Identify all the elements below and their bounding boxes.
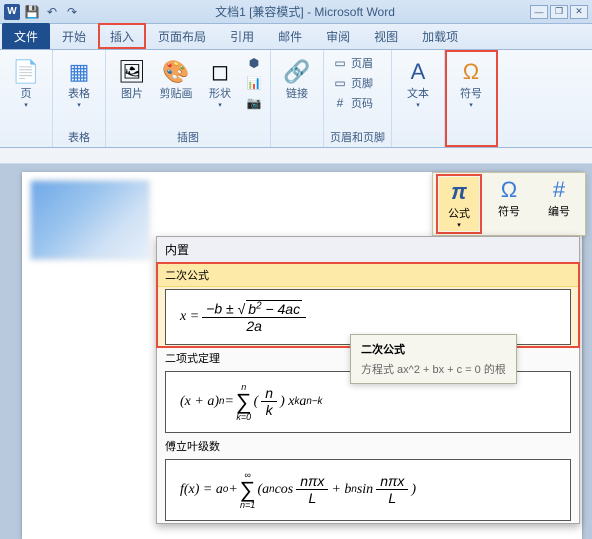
table-icon: ▦	[63, 56, 95, 88]
group-tables: ▦ 表格 ▾ 表格	[53, 50, 106, 147]
chart-icon: 📊	[246, 75, 262, 91]
header-icon: ▭	[332, 55, 348, 71]
tab-layout[interactable]: 页面布局	[146, 23, 218, 49]
title-bar: W 💾 ↶ ↷ 文档1 [兼容模式] - Microsoft Word — ❐ …	[0, 0, 592, 24]
omega-icon: Ω	[501, 177, 517, 203]
hyperlink-button[interactable]: 🔗 链接	[277, 54, 317, 103]
table-button[interactable]: ▦ 表格 ▾	[59, 54, 99, 111]
equation-gallery-header: 内置	[157, 237, 579, 263]
group-header-footer: ▭页眉 ▭页脚 #页码 页眉和页脚	[324, 50, 392, 147]
pagenum-button[interactable]: #页码	[330, 94, 375, 112]
chevron-down-icon: ▾	[416, 101, 420, 109]
smartart-button[interactable]: ⬢	[244, 54, 264, 72]
chevron-down-icon: ▾	[77, 101, 81, 109]
footer-icon: ▭	[332, 75, 348, 91]
textbox-button[interactable]: A 文本 ▾	[398, 54, 438, 111]
tab-insert[interactable]: 插入	[98, 23, 146, 49]
pi-icon: π	[451, 179, 467, 205]
shapes-button[interactable]: ◻ 形状 ▾	[200, 54, 240, 111]
chevron-down-icon: ▾	[469, 101, 473, 109]
window-title: 文档1 [兼容模式] - Microsoft Word	[80, 3, 530, 20]
group-links: 🔗 链接 .	[271, 50, 324, 147]
number-icon: #	[553, 177, 565, 203]
header-button[interactable]: ▭页眉	[330, 54, 375, 72]
smartart-icon: ⬢	[246, 55, 262, 71]
group-symbols: Ω 符号 ▾ .	[445, 50, 498, 147]
tooltip-title: 二次公式	[361, 341, 506, 357]
clipart-icon: 🎨	[160, 56, 192, 88]
picture-button[interactable]: 🖼 图片	[112, 54, 152, 103]
save-icon[interactable]: 💾	[24, 4, 40, 20]
clipart-button[interactable]: 🎨 剪贴画	[156, 54, 196, 103]
group-illustrations: 🖼 图片 🎨 剪贴画 ◻ 形状 ▾ ⬢ 📊 📷 插图	[106, 50, 271, 147]
group-text: A 文本 ▾ .	[392, 50, 445, 147]
footer-button[interactable]: ▭页脚	[330, 74, 375, 92]
ribbon-tabs: 文件 开始 插入 页面布局 引用 邮件 审阅 视图 加载项	[0, 24, 592, 50]
chevron-down-icon: ▾	[457, 221, 461, 229]
chart-button[interactable]: 📊	[244, 74, 264, 92]
pages-button[interactable]: 📄 页 ▾	[6, 54, 46, 111]
equation-preview-fourier: f(x) = ao + ∞∑n=1 (an cos nπxL + bn sin …	[165, 459, 571, 521]
screenshot-button[interactable]: 📷	[244, 94, 264, 112]
minimize-button[interactable]: —	[530, 5, 548, 19]
tab-references[interactable]: 引用	[218, 23, 266, 49]
pagenum-icon: #	[332, 95, 348, 111]
tab-file[interactable]: 文件	[2, 23, 50, 49]
tab-home[interactable]: 开始	[50, 23, 98, 49]
equation-tooltip: 二次公式 方程式 ax^2 + bx + c = 0 的根	[350, 334, 517, 384]
chevron-down-icon: ▾	[24, 101, 28, 109]
omega-icon: Ω	[455, 56, 487, 88]
close-button[interactable]: ✕	[570, 5, 588, 19]
undo-icon[interactable]: ↶	[44, 4, 60, 20]
word-app-icon: W	[4, 4, 20, 20]
tab-mailings[interactable]: 邮件	[266, 23, 314, 49]
document-workspace: π 公式 ▾ Ω 符号 # 编号 内置 二次公式 x = −b ± b2 − 4…	[0, 164, 592, 539]
redo-icon[interactable]: ↷	[64, 4, 80, 20]
restore-button[interactable]: ❐	[550, 5, 568, 19]
ruler	[0, 148, 592, 164]
page-icon: 📄	[10, 56, 42, 88]
tab-review[interactable]: 审阅	[314, 23, 362, 49]
symbol-button-popup[interactable]: Ω 符号	[489, 177, 529, 231]
tooltip-description: 方程式 ax^2 + bx + c = 0 的根	[361, 361, 506, 377]
chevron-down-icon: ▾	[218, 101, 222, 109]
group-pages: 📄 页 ▾ 页	[0, 50, 53, 147]
ribbon-insert: 📄 页 ▾ 页 ▦ 表格 ▾ 表格 🖼 图片 🎨 剪贴画	[0, 50, 592, 148]
tab-view[interactable]: 视图	[362, 23, 410, 49]
textbox-icon: A	[402, 56, 434, 88]
link-icon: 🔗	[281, 56, 313, 88]
screenshot-icon: 📷	[246, 95, 262, 111]
equation-button[interactable]: π 公式 ▾	[439, 177, 479, 231]
document-image-placeholder	[30, 180, 150, 260]
window-buttons: — ❐ ✕	[530, 5, 588, 19]
tab-addins[interactable]: 加载项	[410, 23, 470, 49]
number-button-popup[interactable]: # 编号	[539, 177, 579, 231]
symbol-button[interactable]: Ω 符号 ▾	[451, 54, 491, 111]
equation-item-fourier[interactable]: 傅立叶级数 f(x) = ao + ∞∑n=1 (an cos nπxL + b…	[157, 435, 579, 523]
picture-icon: 🖼	[116, 56, 148, 88]
quick-access-toolbar: 💾 ↶ ↷	[24, 4, 80, 20]
shapes-icon: ◻	[204, 56, 236, 88]
equation-tools-popup: π 公式 ▾ Ω 符号 # 编号	[432, 172, 586, 236]
